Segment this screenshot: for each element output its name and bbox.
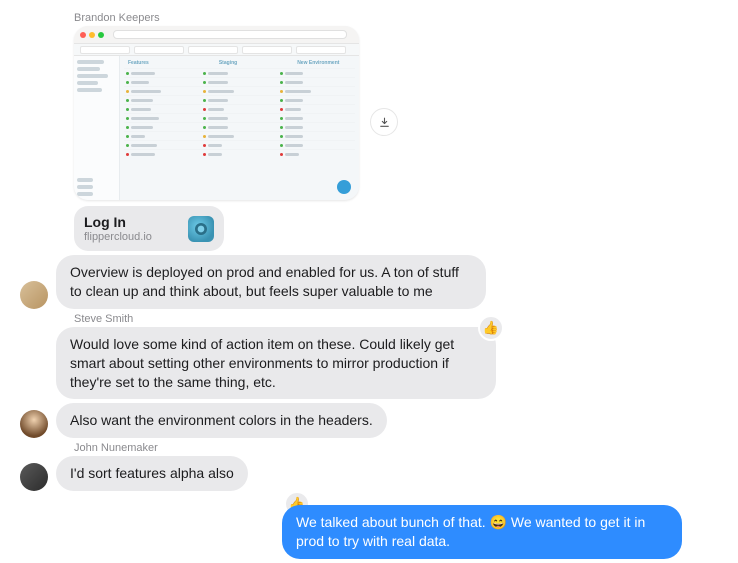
sender-label: John Nunemaker bbox=[74, 442, 718, 454]
mini-table: Features Staging New Environment bbox=[120, 56, 359, 200]
sender-label: Brandon Keepers bbox=[74, 12, 718, 24]
sender-label: Steve Smith bbox=[74, 313, 718, 325]
mini-col-c: New Environment bbox=[297, 60, 339, 66]
avatar[interactable] bbox=[20, 281, 48, 309]
mini-browser-tabs bbox=[74, 44, 359, 56]
link-card-title: Log In bbox=[84, 214, 152, 230]
link-card[interactable]: Log In flippercloud.io bbox=[74, 206, 224, 251]
message-bubble[interactable]: Overview is deployed on prod and enabled… bbox=[56, 255, 486, 309]
reaction-thumbs-up[interactable]: 👍 bbox=[478, 315, 504, 341]
link-card-icon bbox=[188, 216, 214, 242]
avatar[interactable] bbox=[20, 463, 48, 491]
link-card-domain: flippercloud.io bbox=[84, 231, 152, 243]
message-text: We talked about bunch of that. bbox=[296, 514, 490, 530]
message-bubble[interactable]: Would love some kind of action item on t… bbox=[56, 327, 496, 400]
mini-col-b: Staging bbox=[219, 60, 237, 66]
mini-sidebar bbox=[74, 56, 120, 200]
smile-emoji: 😄 bbox=[490, 513, 507, 532]
message-text: I'd sort features alpha also bbox=[70, 465, 234, 481]
message-bubble[interactable]: I'd sort features alpha also bbox=[56, 456, 248, 491]
avatar[interactable] bbox=[20, 410, 48, 438]
message-bubble[interactable]: Also want the environment colors in the … bbox=[56, 403, 387, 438]
attachment-screenshot[interactable]: Features Staging New Environment bbox=[74, 26, 359, 200]
message-bubble-outgoing[interactable]: We talked about bunch of that. 😄 We want… bbox=[282, 505, 682, 559]
message-text: Would love some kind of action item on t… bbox=[70, 336, 454, 390]
message-text: Also want the environment colors in the … bbox=[70, 412, 373, 428]
thumbs-up-icon: 👍 bbox=[483, 319, 499, 337]
mini-fab-icon bbox=[337, 180, 351, 194]
download-icon bbox=[378, 116, 391, 129]
message-text: Overview is deployed on prod and enabled… bbox=[70, 264, 459, 299]
mini-browser-chrome bbox=[74, 26, 359, 44]
download-button[interactable] bbox=[370, 108, 398, 136]
mini-col-a: Features bbox=[128, 60, 149, 66]
